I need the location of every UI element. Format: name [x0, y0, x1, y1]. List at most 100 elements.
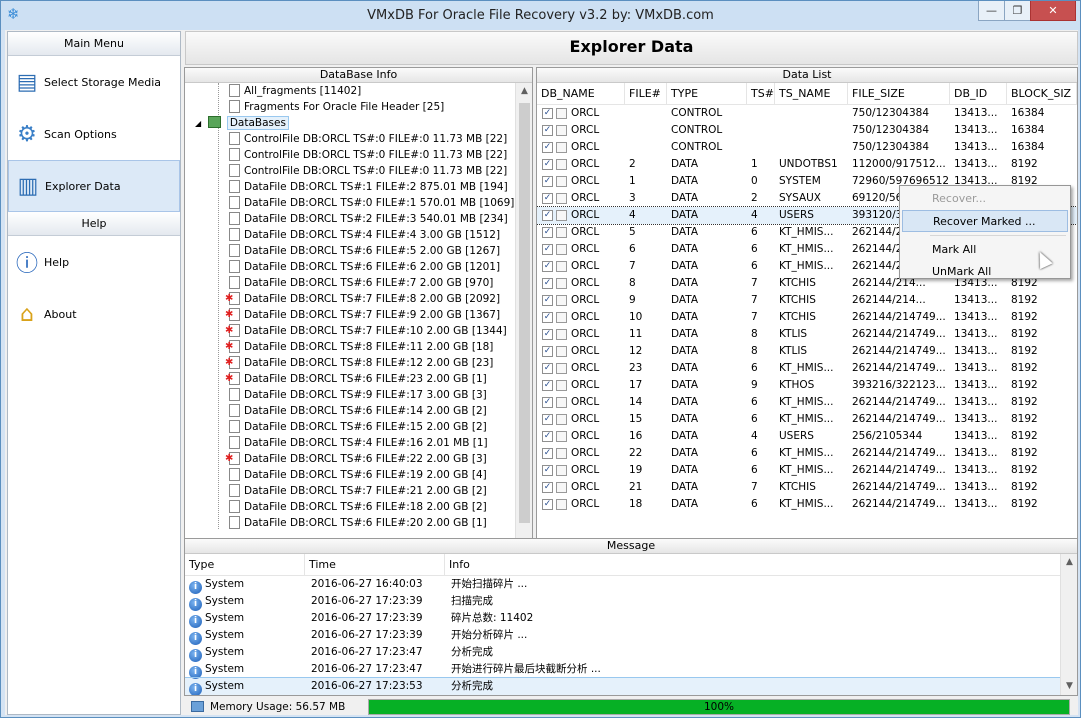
collapse-icon[interactable]: ◢: [195, 119, 201, 128]
table-row[interactable]: ✓ ORCL 9 DATA 7 KTCHIS 262144/214... 13413... 81…: [537, 292, 1077, 309]
message-row[interactable]: i System 2016-06-27 17:23:53 分析完成: [185, 677, 1060, 695]
tree-item-file[interactable]: DataFile DB:ORCL TS#:6 FILE#:6 2.00 GB […: [185, 259, 515, 275]
tree-item-file[interactable]: DataFile DB:ORCL TS#:7 FILE#:9 2.00 GB […: [185, 307, 515, 323]
row-checkbox[interactable]: ✓: [542, 380, 553, 391]
close-button[interactable]: ✕: [1030, 1, 1076, 21]
row-checkbox[interactable]: ✓: [542, 363, 553, 374]
tree-item-file[interactable]: DataFile DB:ORCL TS#:7 FILE#:8 2.00 GB […: [185, 291, 515, 307]
nav-select-storage-media[interactable]: ▤ Select Storage Media: [8, 56, 180, 108]
tree-item-file[interactable]: DataFile DB:ORCL TS#:6 FILE#:5 2.00 GB […: [185, 243, 515, 259]
column-header[interactable]: DB_ID: [950, 83, 1007, 104]
menu-item-recover-marked[interactable]: Recover Marked ...: [902, 210, 1068, 232]
tree-item-file[interactable]: DataFile DB:ORCL TS#:6 FILE#:7 2.00 GB […: [185, 275, 515, 291]
column-header[interactable]: TYPE: [667, 83, 747, 104]
tree-item-file[interactable]: ControlFile DB:ORCL TS#:0 FILE#:0 11.73 …: [185, 147, 515, 163]
table-row[interactable]: ✓ ORCL CONTROL 750/12304384 13413... 16384: [537, 105, 1077, 122]
row-checkbox[interactable]: ✓: [542, 295, 553, 306]
column-header[interactable]: FILE#: [625, 83, 667, 104]
scroll-down-icon[interactable]: ▼: [1061, 678, 1077, 695]
tree-item-file[interactable]: DataFile DB:ORCL TS#:4 FILE#:16 2.01 MB …: [185, 435, 515, 451]
tree-item-file[interactable]: DataFile DB:ORCL TS#:6 FILE#:14 2.00 GB …: [185, 403, 515, 419]
column-header-info[interactable]: Info: [445, 554, 1060, 575]
app-icon[interactable]: ❄: [7, 6, 23, 22]
nav-about[interactable]: ⌂ About: [8, 288, 180, 340]
column-header[interactable]: FILE_SIZE: [848, 83, 950, 104]
table-row[interactable]: ✓ ORCL 14 DATA 6 KT_HMIS... 262144/214749... 13…: [537, 394, 1077, 411]
table-row[interactable]: ✓ ORCL 2 DATA 1 UNDOTBS1 112000/917512... 13413…: [537, 156, 1077, 173]
row-checkbox[interactable]: ✓: [542, 125, 553, 136]
tree-item-file[interactable]: DataFile DB:ORCL TS#:6 FILE#:18 2.00 GB …: [185, 499, 515, 515]
tree-item-file[interactable]: DataFile DB:ORCL TS#:6 FILE#:22 2.00 GB …: [185, 451, 515, 467]
row-checkbox[interactable]: ✓: [542, 159, 553, 170]
table-row[interactable]: ✓ ORCL CONTROL 750/12304384 13413... 16384: [537, 122, 1077, 139]
tree-item-file[interactable]: DataFile DB:ORCL TS#:1 FILE#:2 875.01 MB…: [185, 179, 515, 195]
tree-item-file[interactable]: DataFile DB:ORCL TS#:6 FILE#:23 2.00 GB …: [185, 371, 515, 387]
row-checkbox[interactable]: ✓: [542, 261, 553, 272]
tree-item-file[interactable]: DataFile DB:ORCL TS#:6 FILE#:19 2.00 GB …: [185, 467, 515, 483]
row-checkbox[interactable]: ✓: [542, 278, 553, 289]
message-row[interactable]: i System 2016-06-27 17:23:47 开始进行碎片最后块截断分析 …: [185, 661, 1060, 679]
tree-item-file[interactable]: ControlFile DB:ORCL TS#:0 FILE#:0 11.73 …: [185, 131, 515, 147]
tree-item-databases[interactable]: ◢ DataBases: [185, 115, 515, 131]
nav-help[interactable]: ⓘ Help: [8, 236, 180, 288]
tree-item-file[interactable]: ControlFile DB:ORCL TS#:0 FILE#:0 11.73 …: [185, 163, 515, 179]
tree-item[interactable]: Fragments For Oracle File Header [25]: [185, 99, 515, 115]
table-row[interactable]: ✓ ORCL 17 DATA 9 KTHOS 393216/322123... 13413..…: [537, 377, 1077, 394]
tree-item-file[interactable]: DataFile DB:ORCL TS#:8 FILE#:12 2.00 GB …: [185, 355, 515, 371]
table-row[interactable]: ✓ ORCL 19 DATA 6 KT_HMIS... 262144/214749... 13…: [537, 462, 1077, 479]
message-row[interactable]: i System 2016-06-27 17:23:39 碎片总数: 11402: [185, 610, 1060, 628]
scroll-up-icon[interactable]: ▲: [516, 83, 532, 100]
row-checkbox[interactable]: ✓: [542, 431, 553, 442]
table-row[interactable]: ✓ ORCL 23 DATA 6 KT_HMIS... 262144/214749... 13…: [537, 360, 1077, 377]
column-header[interactable]: BLOCK_SIZ: [1007, 83, 1077, 104]
column-header[interactable]: TS_NAME: [775, 83, 848, 104]
row-checkbox[interactable]: ✓: [542, 499, 553, 510]
column-header-time[interactable]: Time: [305, 554, 445, 575]
row-checkbox[interactable]: ✓: [542, 397, 553, 408]
row-checkbox[interactable]: ✓: [542, 227, 553, 238]
table-row[interactable]: ✓ ORCL CONTROL 750/12304384 13413... 16384: [537, 139, 1077, 156]
message-row[interactable]: i System 2016-06-27 17:23:39 开始分析碎片 ...: [185, 627, 1060, 645]
row-checkbox[interactable]: ✓: [542, 193, 553, 204]
row-checkbox[interactable]: ✓: [542, 482, 553, 493]
row-checkbox[interactable]: ✓: [542, 142, 553, 153]
row-checkbox[interactable]: ✓: [542, 465, 553, 476]
minimize-button[interactable]: —: [978, 1, 1005, 21]
row-checkbox[interactable]: ✓: [542, 448, 553, 459]
column-header[interactable]: DB_NAME: [537, 83, 625, 104]
message-row[interactable]: i System 2016-06-27 17:23:47 分析完成: [185, 644, 1060, 662]
row-checkbox[interactable]: ✓: [542, 312, 553, 323]
message-grid[interactable]: Type Time Info i System 2016-06-27 16:40:0…: [185, 554, 1060, 695]
message-row[interactable]: i System 2016-06-27 16:40:03 开始扫描碎片 ...: [185, 576, 1060, 594]
table-row[interactable]: ✓ ORCL 15 DATA 6 KT_HMIS... 262144/214749... 13…: [537, 411, 1077, 428]
nav-explorer-data[interactable]: ▥ Explorer Data: [8, 160, 180, 212]
table-row[interactable]: ✓ ORCL 11 DATA 8 KTLIS 262144/214749... 13413..…: [537, 326, 1077, 343]
row-checkbox[interactable]: ✓: [542, 176, 553, 187]
row-checkbox[interactable]: ✓: [542, 329, 553, 340]
table-row[interactable]: ✓ ORCL 12 DATA 8 KTLIS 262144/214749... 13413..…: [537, 343, 1077, 360]
table-row[interactable]: ✓ ORCL 21 DATA 7 KTCHIS 262144/214749... 13413.…: [537, 479, 1077, 496]
nav-scan-options[interactable]: ⚙ Scan Options: [8, 108, 180, 160]
tree-item-file[interactable]: DataFile DB:ORCL TS#:6 FILE#:15 2.00 GB …: [185, 419, 515, 435]
maximize-button[interactable]: ❐: [1004, 1, 1031, 21]
table-row[interactable]: ✓ ORCL 22 DATA 6 KT_HMIS... 262144/214749... 13…: [537, 445, 1077, 462]
tree-vertical-scrollbar[interactable]: ▲ ▼: [515, 83, 532, 563]
tree-item-file[interactable]: DataFile DB:ORCL TS#:4 FILE#:4 3.00 GB […: [185, 227, 515, 243]
scroll-thumb[interactable]: [519, 103, 530, 523]
data-grid[interactable]: DB_NAME FILE# TYPE TS# TS_NAME FILE_SIZE DB_ID…: [537, 83, 1077, 546]
table-row[interactable]: ✓ ORCL 16 DATA 4 USERS 256/2105344 13413... 8192: [537, 428, 1077, 445]
tree-item-file[interactable]: DataFile DB:ORCL TS#:2 FILE#:3 540.01 MB…: [185, 211, 515, 227]
row-checkbox[interactable]: ✓: [542, 244, 553, 255]
column-header[interactable]: TS#: [747, 83, 775, 104]
row-checkbox[interactable]: ✓: [542, 210, 553, 221]
title-bar[interactable]: ❄ VMxDB For Oracle File Recovery v3.2 by…: [1, 1, 1080, 30]
table-row[interactable]: ✓ ORCL 18 DATA 6 KT_HMIS... 262144/214749... 13…: [537, 496, 1077, 513]
tree-item-file[interactable]: DataFile DB:ORCL TS#:0 FILE#:1 570.01 MB…: [185, 195, 515, 211]
menu-item-recover[interactable]: Recover...: [902, 188, 1068, 210]
tree-item[interactable]: All_fragments [11402]: [185, 83, 515, 99]
column-header-type[interactable]: Type: [185, 554, 305, 575]
row-checkbox[interactable]: ✓: [542, 108, 553, 119]
message-vertical-scrollbar[interactable]: ▲ ▼: [1060, 554, 1077, 695]
tree-item-file[interactable]: DataFile DB:ORCL TS#:7 FILE#:21 2.00 GB …: [185, 483, 515, 499]
tree-item-file[interactable]: DataFile DB:ORCL TS#:9 FILE#:17 3.00 GB …: [185, 387, 515, 403]
